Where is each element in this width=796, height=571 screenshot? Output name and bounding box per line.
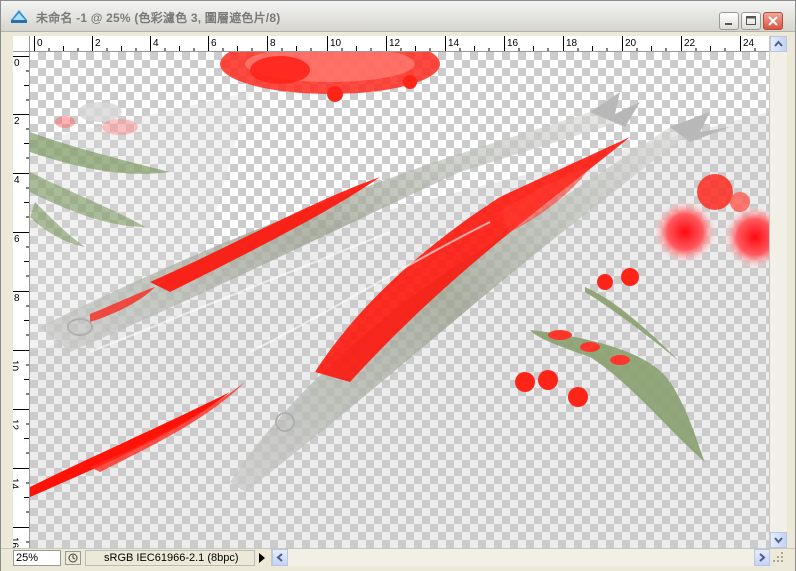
arrow-down-icon <box>774 537 783 544</box>
horizontal-ruler-ticks: 0 2 4 6 8 10 12 14 16 18 20 22 24 <box>34 36 756 51</box>
maximize-button[interactable] <box>741 12 761 30</box>
ruler-origin[interactable] <box>13 36 30 52</box>
vertical-ruler-ticks: 0 2 4 6 8 10 12 14 16 <box>13 56 29 548</box>
photoshop-document-icon <box>11 10 27 23</box>
scroll-right-button[interactable] <box>754 549 770 566</box>
hruler-label-12: 12 <box>389 38 401 49</box>
resize-grip-icon[interactable] <box>771 550 785 564</box>
document-canvas[interactable] <box>30 52 769 548</box>
hruler-label-16: 16 <box>507 38 519 49</box>
hruler-label-18: 18 <box>566 38 578 49</box>
hruler-label-24: 24 <box>743 38 755 49</box>
vruler-label-0: 0 <box>14 58 20 69</box>
minimize-icon <box>725 23 732 25</box>
vruler-label-8: 8 <box>14 293 20 304</box>
zoom-field[interactable]: 25% <box>13 550 61 566</box>
layer-artwork <box>30 52 769 548</box>
scroll-left-button[interactable] <box>272 549 288 566</box>
vruler-label-16: 16 <box>13 537 20 548</box>
vruler-label-2: 2 <box>14 116 20 127</box>
status-bar: 25% sRGB IEC61966-2.1 (8bpc) <box>1 548 795 571</box>
window-title: 未命名 -1 @ 25% (色彩濾色 3, 圖層遮色片/8) <box>36 11 281 25</box>
horizontal-ruler[interactable]: 0 2 4 6 8 10 12 14 16 18 20 22 24 <box>30 36 769 52</box>
document-window: 未命名 -1 @ 25% (色彩濾色 3, 圖層遮色片/8) 0 2 4 6 8… <box>0 0 796 571</box>
hruler-label-6: 6 <box>211 38 217 49</box>
hruler-label-0: 0 <box>37 38 43 49</box>
vertical-scrollbar[interactable] <box>769 36 787 548</box>
hruler-label-2: 2 <box>95 38 101 49</box>
vruler-label-10: 10 <box>13 360 20 372</box>
vruler-label-4: 4 <box>14 175 20 186</box>
minimize-button[interactable] <box>719 12 739 30</box>
arrow-right-icon <box>759 553 766 562</box>
hruler-label-8: 8 <box>270 38 276 49</box>
scroll-up-button[interactable] <box>770 36 787 52</box>
hruler-label-20: 20 <box>625 38 637 49</box>
document-profile-label: sRGB IEC61966-2.1 (8bpc) <box>85 550 255 566</box>
hruler-label-4: 4 <box>153 38 159 49</box>
vruler-label-14: 14 <box>13 478 20 490</box>
vruler-label-12: 12 <box>13 419 20 431</box>
close-button[interactable] <box>763 12 783 30</box>
hruler-label-22: 22 <box>684 38 696 49</box>
vruler-label-6: 6 <box>14 234 20 245</box>
hruler-label-10: 10 <box>330 38 342 49</box>
vertical-ruler[interactable]: 0 2 4 6 8 10 12 14 16 <box>13 52 30 548</box>
arrow-left-icon <box>276 553 283 562</box>
arrow-up-icon <box>774 40 783 47</box>
status-menu-arrow-icon[interactable] <box>257 552 267 564</box>
scroll-down-button[interactable] <box>770 532 787 548</box>
status-info-icon[interactable] <box>65 551 81 565</box>
hruler-label-14: 14 <box>448 38 460 49</box>
close-icon <box>768 16 778 26</box>
top-tomato-slice <box>220 52 440 102</box>
title-bar[interactable]: 未命名 -1 @ 25% (色彩濾色 3, 圖層遮色片/8) <box>1 1 795 32</box>
maximize-icon <box>746 16 756 25</box>
horizontal-scrollbar[interactable] <box>271 549 770 566</box>
